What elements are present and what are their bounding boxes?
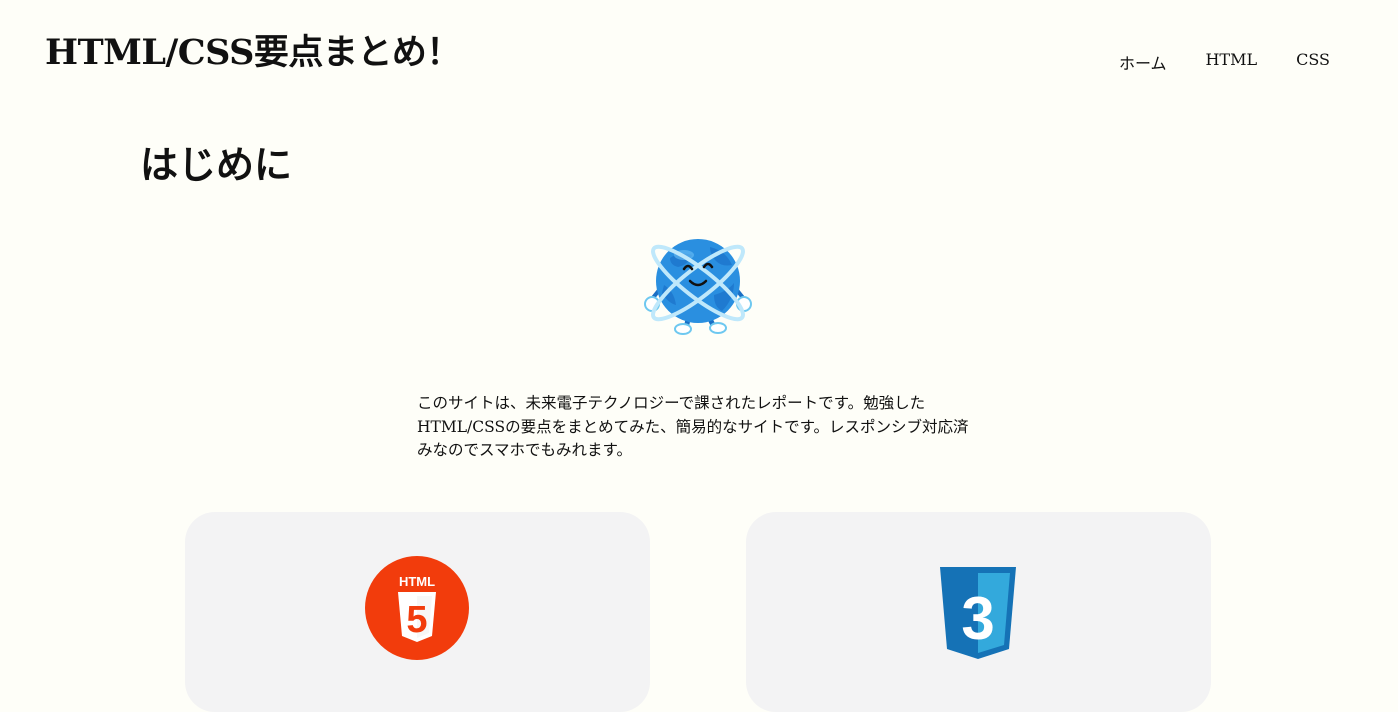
earth-mascot-icon [640, 233, 756, 341]
css-card[interactable]: 3 [746, 512, 1211, 712]
nav-item-css[interactable]: CSS [1296, 50, 1330, 74]
nav-item-html[interactable]: HTML [1205, 50, 1257, 74]
section-heading: はじめに [140, 142, 293, 187]
svg-text:5: 5 [406, 599, 427, 641]
main-nav: ホーム HTML CSS [1119, 50, 1330, 74]
site-title[interactable]: HTML/CSS要点まとめ！ [45, 24, 461, 75]
css3-logo-icon: 3 [940, 567, 1016, 659]
html-card[interactable]: HTML 5 [185, 512, 650, 712]
html5-logo-icon: HTML 5 [365, 556, 469, 660]
svg-text:HTML: HTML [399, 574, 435, 589]
nav-item-home[interactable]: ホーム [1119, 50, 1167, 74]
svg-text:3: 3 [961, 585, 994, 652]
intro-text: このサイトは、未来電子テクノロジーで課されたレポートです。勉強したHTML/CS… [417, 394, 969, 459]
site-header: HTML/CSS要点まとめ！ ホーム HTML CSS [0, 0, 1398, 110]
